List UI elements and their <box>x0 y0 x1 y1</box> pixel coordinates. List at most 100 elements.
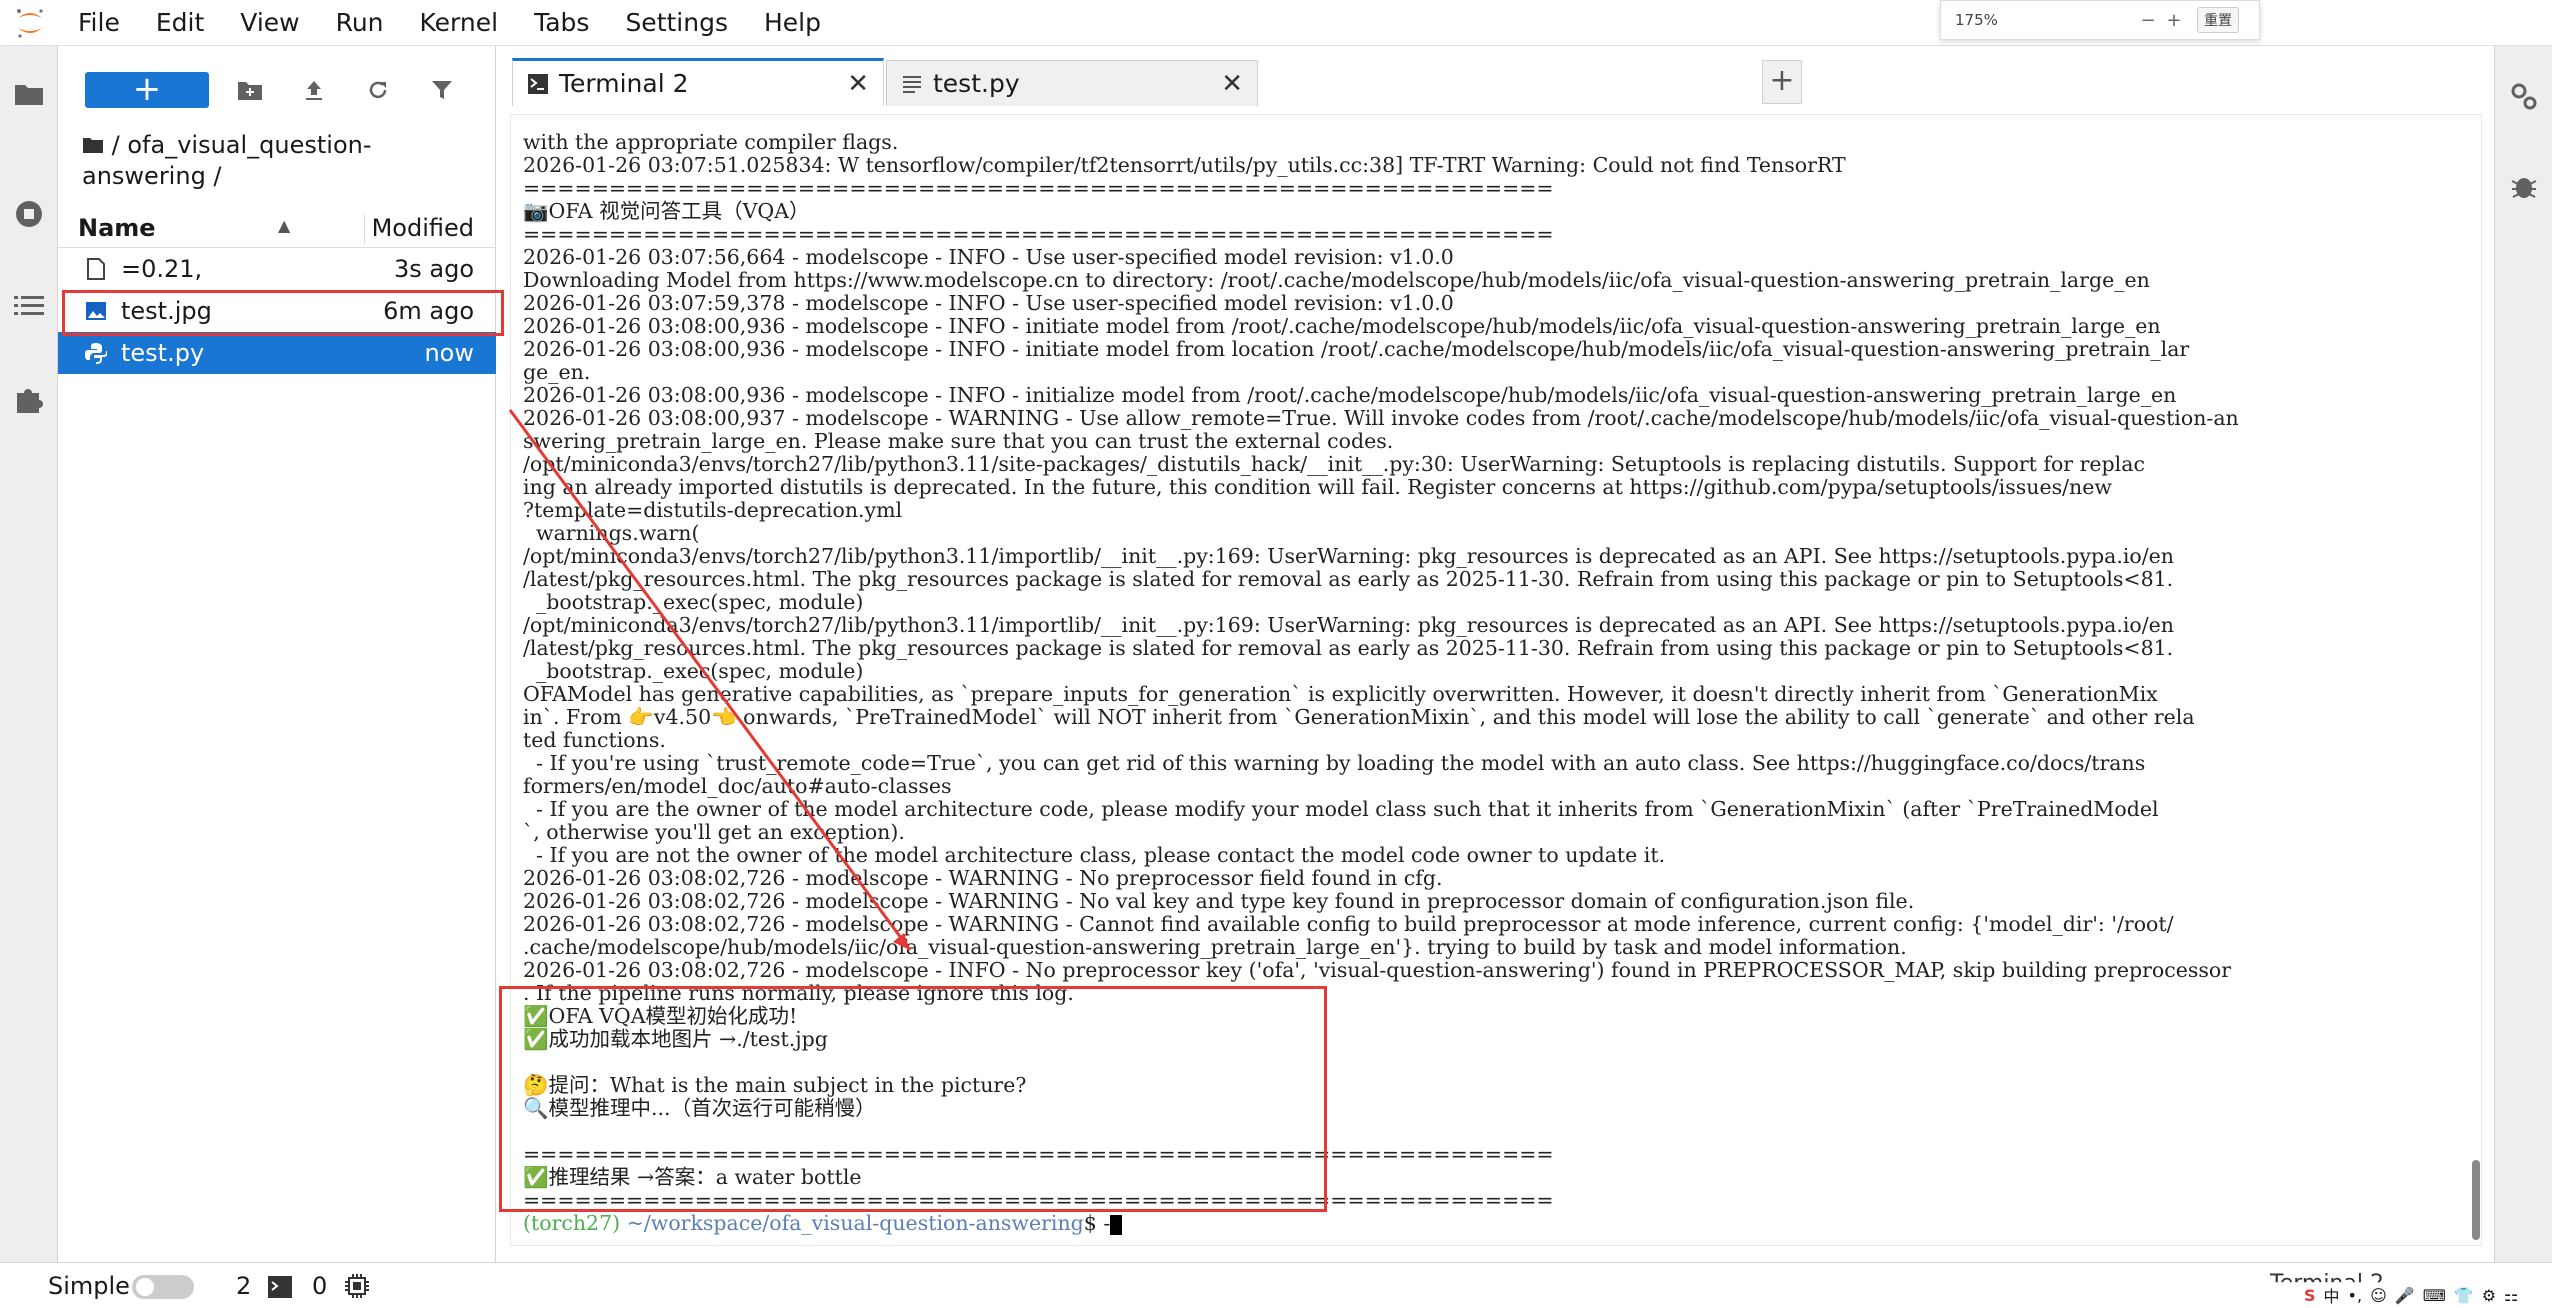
running-icon[interactable] <box>13 198 45 230</box>
tray-input-lang[interactable]: 中 <box>2324 1283 2340 1307</box>
terminal-line: swering_pretrain_large_en. Please make s… <box>523 430 1394 453</box>
debugger-bug-icon[interactable] <box>2508 170 2540 202</box>
file-name: =0.21, <box>121 255 203 283</box>
column-name[interactable]: Name <box>78 214 156 242</box>
terminal-line: 2026-01-26 03:08:02,726 - modelscope - W… <box>523 913 2174 936</box>
tab-label: test.py <box>933 69 1020 98</box>
terminal-line: /opt/miniconda3/envs/torch27/lib/python3… <box>523 614 2175 637</box>
terminal-line: _bootstrap._exec(spec, module) <box>523 660 864 683</box>
menu-run[interactable]: Run <box>318 8 402 37</box>
file-icon <box>84 257 108 281</box>
tray-settings-icon[interactable]: ⚙ <box>2482 1286 2496 1305</box>
file-modified: 3s ago <box>393 255 474 283</box>
python-icon <box>84 341 108 365</box>
folder-icon[interactable] <box>13 78 45 110</box>
tab-bar: Terminal 2 ✕ test.py ✕ + <box>500 52 2500 106</box>
menu-edit[interactable]: Edit <box>138 8 222 37</box>
text-file-icon <box>901 73 923 95</box>
simple-mode-toggle-knob[interactable] <box>136 1278 154 1296</box>
sogou-input-icon[interactable]: S <box>2304 1286 2316 1305</box>
tab-label: Terminal 2 <box>559 69 689 98</box>
zoom-reset-button[interactable]: 重置 <box>2197 7 2239 33</box>
extension-puzzle-icon[interactable] <box>13 384 45 416</box>
zoom-out-button[interactable]: − <box>2135 10 2161 31</box>
sort-ascending-icon[interactable]: ▲ <box>278 216 290 235</box>
tray-skin-icon[interactable]: 👕 <box>2454 1286 2474 1305</box>
file-browser: + / ofa_visual_question-answering / Name… <box>58 46 496 1262</box>
tab-terminal-2[interactable]: Terminal 2 ✕ <box>512 58 884 106</box>
prompt-env: (torch27) <box>523 1212 621 1235</box>
terminal-count[interactable]: 0 <box>312 1272 327 1300</box>
terminal-line: /opt/miniconda3/envs/torch27/lib/python3… <box>523 453 2145 476</box>
terminal-line: `, otherwise you'll get an exception). <box>523 821 905 844</box>
annotation-box-test-jpg <box>62 290 504 336</box>
new-tab-button[interactable]: + <box>1762 60 1802 104</box>
filter-icon[interactable] <box>428 76 456 104</box>
terminal-line: in`. From 👉v4.50👈 onwards, `PreTrainedMo… <box>523 706 2195 729</box>
file-list-header: Name ▲ Modified <box>58 210 496 248</box>
terminal-prompt[interactable]: (torch27) ~/workspace/ofa_visual-questio… <box>523 1212 2403 1235</box>
zoom-level: 175% <box>1955 11 1998 29</box>
file-row[interactable]: =0.21, 3s ago <box>58 248 496 290</box>
terminal-line: .cache/modelscope/hub/models/iic/ofa_vis… <box>523 936 1907 959</box>
column-modified[interactable]: Modified <box>372 214 474 242</box>
file-modified: now <box>424 339 474 367</box>
zoom-in-button[interactable]: + <box>2161 10 2187 31</box>
menu-kernel[interactable]: Kernel <box>402 8 517 37</box>
file-row[interactable]: test.py now <box>58 332 496 374</box>
terminal-line: 2026-01-26 03:07:56,664 - modelscope - I… <box>523 246 1454 269</box>
terminal-line: 2026-01-26 03:08:00,936 - modelscope - I… <box>523 384 2177 407</box>
terminal-line: ing an already imported distutils is dep… <box>523 476 2112 499</box>
tray-grid-icon[interactable]: ⚏ <box>2504 1286 2518 1305</box>
terminal-line: formers/en/model_doc/auto#auto-classes <box>523 775 952 798</box>
terminal-line: _bootstrap._exec(spec, module) <box>523 591 864 614</box>
table-of-contents-icon[interactable] <box>13 290 45 322</box>
terminal-line: - If you are not the owner of the model … <box>523 844 1666 867</box>
upload-icon[interactable] <box>300 76 328 104</box>
close-icon[interactable]: ✕ <box>1221 69 1243 99</box>
menu-tabs[interactable]: Tabs <box>516 8 607 37</box>
terminal-scrollbar[interactable] <box>2470 116 2482 1246</box>
terminal-line: 2026-01-26 03:08:00,936 - modelscope - I… <box>523 315 2161 338</box>
terminal-scrollbar-thumb[interactable] <box>2472 1160 2480 1240</box>
terminal-cursor <box>1110 1214 1123 1235</box>
tab-test-py[interactable]: test.py ✕ <box>886 60 1258 106</box>
property-inspector-gears-icon[interactable] <box>2508 80 2540 112</box>
terminal-line: /opt/miniconda3/envs/torch27/lib/python3… <box>523 545 2175 568</box>
terminal-line: 2026-01-26 03:08:02,726 - modelscope - I… <box>523 959 2232 982</box>
column-divider[interactable] <box>364 214 365 244</box>
terminal-line: 📷OFA 视觉问答工具（VQA） <box>523 200 810 223</box>
file-browser-toolbar: + <box>58 68 496 114</box>
terminal-line: 2026-01-26 03:07:51.025834: W tensorflow… <box>523 154 1846 177</box>
terminal-status-icon[interactable] <box>268 1276 292 1298</box>
zoom-widget: 175% − + 重置 <box>1940 0 2260 40</box>
breadcrumb-path[interactable]: / ofa_visual_question-answering / <box>82 131 372 190</box>
refresh-icon[interactable] <box>364 76 392 104</box>
status-bar: Simple 2 0 Terminal 2 <box>0 1262 2552 1308</box>
menu-file[interactable]: File <box>60 8 138 37</box>
tray-microphone-icon[interactable]: 🎤 <box>2395 1286 2415 1305</box>
new-folder-icon[interactable] <box>236 76 264 104</box>
close-icon[interactable]: ✕ <box>847 69 869 99</box>
menu-view[interactable]: View <box>222 8 317 37</box>
tray-emoji-icon[interactable]: ☺ <box>2370 1286 2387 1305</box>
kernel-count[interactable]: 2 <box>236 1272 251 1300</box>
terminal-line: ========================================… <box>523 223 1554 246</box>
terminal-line: ge_en. <box>523 361 591 384</box>
file-name: test.py <box>121 339 205 367</box>
kernel-status-icon[interactable] <box>344 1273 370 1299</box>
menu-settings[interactable]: Settings <box>607 8 746 37</box>
tray-punctuation[interactable]: •, <box>2348 1286 2363 1305</box>
menu-help[interactable]: Help <box>746 8 839 37</box>
tray-keyboard-icon[interactable]: ⌨ <box>2423 1286 2446 1305</box>
left-sidebar <box>0 46 58 1262</box>
terminal-line: ========================================… <box>523 177 1554 200</box>
prompt-symbol: $ - <box>1083 1212 1111 1235</box>
breadcrumb[interactable]: / ofa_visual_question-answering / <box>82 130 482 192</box>
terminal-line: 2026-01-26 03:08:00,937 - modelscope - W… <box>523 407 2239 430</box>
new-launcher-button[interactable]: + <box>85 72 209 108</box>
terminal-line: OFAModel has generative capabilities, as… <box>523 683 2158 706</box>
terminal-line: Downloading Model from https://www.model… <box>523 269 2150 292</box>
terminal-line: - If you are the owner of the model arch… <box>523 798 2159 821</box>
terminal-line: 2026-01-26 03:08:02,726 - modelscope - W… <box>523 867 1443 890</box>
